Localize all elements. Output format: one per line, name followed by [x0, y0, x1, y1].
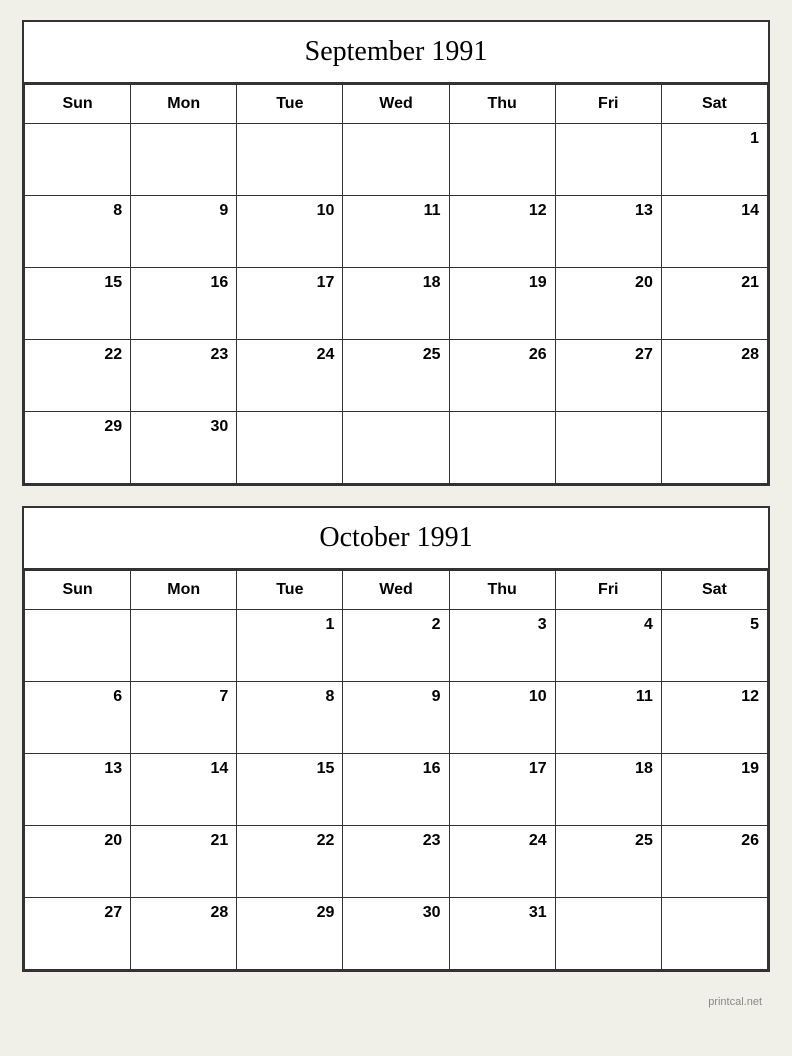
october-calendar: October 1991 Sun Mon Tue Wed Thu Fri Sat…: [22, 506, 770, 972]
table-row: 12: [449, 196, 555, 268]
table-row: 12: [661, 682, 767, 754]
september-title: September 1991: [24, 22, 768, 84]
sep-header-thu: Thu: [449, 85, 555, 124]
table-row: 21: [131, 826, 237, 898]
sep-header-mon: Mon: [131, 85, 237, 124]
table-row: 21: [661, 268, 767, 340]
sep-header-sat: Sat: [661, 85, 767, 124]
table-row: 13: [25, 754, 131, 826]
table-row: 23: [131, 340, 237, 412]
table-row: 23: [343, 826, 449, 898]
table-row: 30: [343, 898, 449, 970]
sep-header-tue: Tue: [237, 85, 343, 124]
table-row: 31: [449, 898, 555, 970]
oct-header-wed: Wed: [343, 571, 449, 610]
table-row: [555, 412, 661, 484]
table-row: 20: [25, 826, 131, 898]
table-row: 24: [237, 340, 343, 412]
table-row: 11: [555, 682, 661, 754]
table-row: 26: [661, 826, 767, 898]
oct-header-fri: Fri: [555, 571, 661, 610]
sep-header-fri: Fri: [555, 85, 661, 124]
table-row: 14: [661, 196, 767, 268]
table-row: 8: [237, 682, 343, 754]
table-row: 27: [25, 898, 131, 970]
table-row: 13: [555, 196, 661, 268]
oct-header-sat: Sat: [661, 571, 767, 610]
table-row: 28: [131, 898, 237, 970]
sep-header-wed: Wed: [343, 85, 449, 124]
table-row: 28: [661, 340, 767, 412]
table-row: 22: [237, 826, 343, 898]
table-row: 17: [449, 754, 555, 826]
table-row: 15: [25, 268, 131, 340]
september-calendar: September 1991 Sun Mon Tue Wed Thu Fri S…: [22, 20, 770, 486]
table-row: [237, 412, 343, 484]
table-row: 30: [131, 412, 237, 484]
table-row: 26: [449, 340, 555, 412]
table-row: [237, 124, 343, 196]
table-row: 9: [343, 682, 449, 754]
table-row: 10: [449, 682, 555, 754]
watermark: printcal.net: [22, 992, 770, 1012]
table-row: 11: [343, 196, 449, 268]
table-row: [449, 412, 555, 484]
october-title: October 1991: [24, 508, 768, 570]
table-row: [131, 124, 237, 196]
oct-header-mon: Mon: [131, 571, 237, 610]
table-row: 19: [449, 268, 555, 340]
table-row: 29: [25, 412, 131, 484]
table-row: 25: [555, 826, 661, 898]
table-row: 5: [661, 610, 767, 682]
oct-header-tue: Tue: [237, 571, 343, 610]
table-row: [343, 124, 449, 196]
table-row: 1: [661, 124, 767, 196]
table-row: 27: [555, 340, 661, 412]
table-row: 16: [343, 754, 449, 826]
table-row: 22: [25, 340, 131, 412]
table-row: [131, 610, 237, 682]
table-row: [449, 124, 555, 196]
table-row: [343, 412, 449, 484]
table-row: 10: [237, 196, 343, 268]
table-row: 1: [237, 610, 343, 682]
table-row: [555, 124, 661, 196]
table-row: 18: [555, 754, 661, 826]
table-row: 16: [131, 268, 237, 340]
table-row: 8: [25, 196, 131, 268]
table-row: 9: [131, 196, 237, 268]
table-row: [555, 898, 661, 970]
table-row: [661, 898, 767, 970]
table-row: 25: [343, 340, 449, 412]
table-row: 17: [237, 268, 343, 340]
table-row: 14: [131, 754, 237, 826]
table-row: [661, 412, 767, 484]
table-row: 4: [555, 610, 661, 682]
table-row: 19: [661, 754, 767, 826]
table-row: 3: [449, 610, 555, 682]
table-row: 24: [449, 826, 555, 898]
table-row: 6: [25, 682, 131, 754]
table-row: [25, 610, 131, 682]
table-row: 15: [237, 754, 343, 826]
table-row: [25, 124, 131, 196]
table-row: 20: [555, 268, 661, 340]
table-row: 29: [237, 898, 343, 970]
oct-header-thu: Thu: [449, 571, 555, 610]
sep-header-sun: Sun: [25, 85, 131, 124]
table-row: 2: [343, 610, 449, 682]
oct-header-sun: Sun: [25, 571, 131, 610]
table-row: 7: [131, 682, 237, 754]
table-row: 18: [343, 268, 449, 340]
